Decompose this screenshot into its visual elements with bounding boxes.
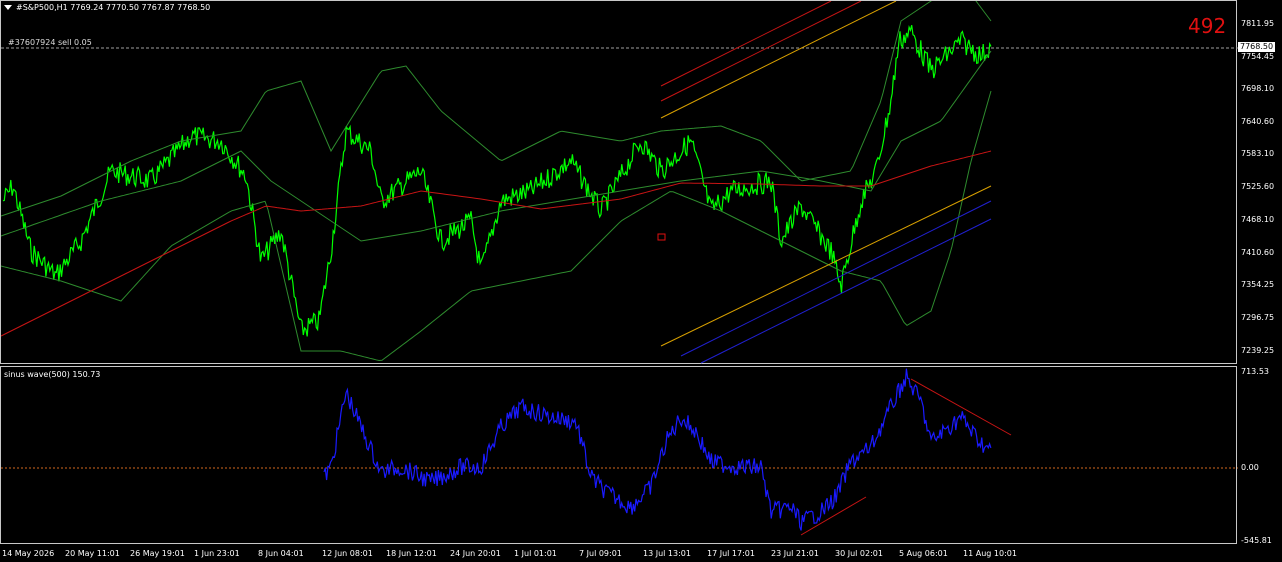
time-tick: 1 Jun 23:01 — [194, 549, 240, 558]
price-tick: 7468.10 — [1241, 215, 1275, 224]
trade-marker-icon — [657, 233, 666, 241]
price-tick: 7525.60 — [1241, 182, 1275, 191]
channel-line-upper-gold — [660, 0, 897, 119]
channel-line-lower-gold — [660, 185, 992, 347]
upper-band-line — [0, 0, 992, 217]
time-tick: 17 Jul 17:01 — [707, 549, 755, 558]
current-price-tag: 7768.50 — [1238, 42, 1276, 52]
price-tick: 7410.60 — [1241, 248, 1275, 257]
time-tick: 24 Jun 20:01 — [450, 549, 501, 558]
divergence-line-upper — [910, 378, 1012, 436]
time-axis[interactable]: 14 May 2026 20 May 11:01 26 May 19:01 1 … — [0, 544, 1237, 562]
time-tick: 8 Jun 04:01 — [258, 549, 304, 558]
price-tick: 7354.25 — [1241, 280, 1275, 289]
time-tick: 13 Jul 13:01 — [643, 549, 691, 558]
price-tick: 7811.95 — [1241, 19, 1275, 28]
oscillator-pane[interactable] — [0, 366, 1238, 544]
time-tick: 26 May 19:01 — [130, 549, 185, 558]
price-tick: 7640.60 — [1241, 117, 1275, 126]
oscillator-line — [323, 368, 992, 531]
price-line — [2, 24, 992, 337]
moving-average-line — [0, 150, 992, 337]
price-tick: 7239.25 — [1241, 346, 1275, 355]
price-scale[interactable]: 7811.95 7754.45 7698.10 7640.60 7583.10 … — [1237, 0, 1282, 364]
price-tick: 7583.10 — [1241, 149, 1275, 158]
oscillator-canvas — [1, 368, 1238, 536]
time-tick: 12 Jun 08:01 — [322, 549, 373, 558]
time-tick: 1 Jul 01:01 — [514, 549, 557, 558]
time-tick: 23 Jul 21:01 — [771, 549, 819, 558]
lower-band-line — [0, 90, 992, 362]
osc-tick: 0.00 — [1241, 463, 1259, 472]
price-tick: 7754.45 — [1241, 52, 1275, 61]
channel-line-upper-red — [660, 0, 862, 102]
time-tick: 7 Jul 09:01 — [579, 549, 622, 558]
time-tick: 20 May 11:01 — [65, 549, 120, 558]
osc-tick: -545.81 — [1241, 536, 1272, 545]
oscillator-scale[interactable]: 713.53 0.00 -545.81 — [1237, 366, 1282, 545]
time-tick: 30 Jul 02:01 — [835, 549, 883, 558]
price-chart-canvas — [0, 0, 1238, 364]
time-tick: 14 May 2026 — [2, 549, 55, 558]
channel-line-lower-blue — [680, 200, 992, 357]
time-tick: 18 Jun 12:01 — [386, 549, 437, 558]
middle-band-line — [0, 50, 992, 242]
osc-tick: 713.53 — [1241, 367, 1269, 376]
time-tick: 11 Aug 10:01 — [963, 549, 1017, 558]
price-tick: 7698.10 — [1241, 84, 1275, 93]
channel-line-lower-blue — [700, 218, 992, 364]
channel-line-upper-red — [660, 0, 832, 87]
main-chart-pane[interactable] — [0, 0, 1238, 364]
time-tick: 5 Aug 06:01 — [899, 549, 948, 558]
price-tick: 7296.75 — [1241, 313, 1275, 322]
